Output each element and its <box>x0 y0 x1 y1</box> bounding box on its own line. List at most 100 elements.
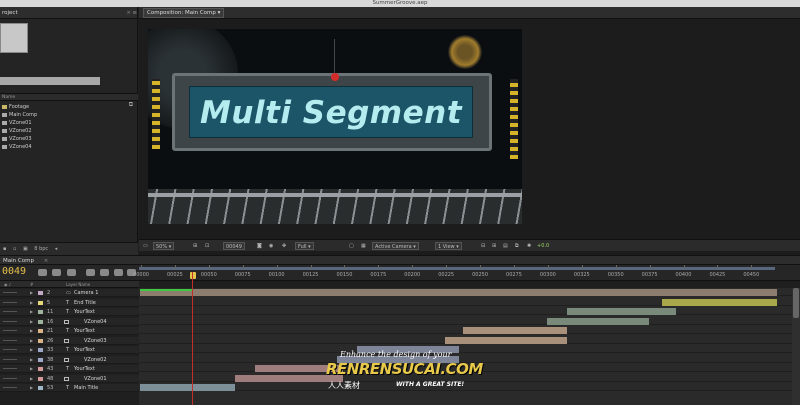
name-column-header[interactable]: Name <box>0 93 138 101</box>
transparency-grid-icon[interactable]: ▦ <box>361 240 366 252</box>
label-color-swatch[interactable] <box>38 386 43 390</box>
draft-3d-icon[interactable] <box>67 269 76 276</box>
search-icon[interactable] <box>38 269 47 276</box>
trash-icon[interactable]: ◂ <box>55 246 58 252</box>
exposure-icon[interactable]: ✺ <box>527 240 531 252</box>
project-item[interactable]: Footage <box>0 103 138 111</box>
current-time-indicator[interactable] <box>190 272 196 279</box>
layer-row[interactable]: ▶ 48 VZone01 <box>0 374 139 383</box>
layer-row[interactable]: ▶ 16 VZone04 <box>0 317 139 326</box>
project-item[interactable]: Main Comp <box>0 111 138 119</box>
camera-dropdown[interactable]: Active Camera ▾ <box>372 242 419 250</box>
exposure-value[interactable]: +0.0 <box>537 240 549 252</box>
flowchart-icon[interactable]: ⧉ <box>515 240 519 252</box>
show-snapshot-icon[interactable]: ◉ <box>269 240 273 252</box>
resolution-dropdown[interactable]: Full ▾ <box>295 242 314 250</box>
channel-icon[interactable]: ✤ <box>282 240 286 252</box>
panel-menu-icon[interactable]: ≡ <box>132 7 137 19</box>
current-time-line[interactable] <box>192 272 193 405</box>
viewer-timecode[interactable]: 00049 <box>223 242 245 250</box>
layer-name-header[interactable]: Layer Name <box>66 281 90 288</box>
layer-duration-bar[interactable] <box>662 298 778 306</box>
tab-composition[interactable]: Composition: Main Comp ▾ <box>143 8 225 18</box>
visibility-toggle[interactable] <box>3 387 17 388</box>
label-color-swatch[interactable] <box>38 310 43 314</box>
roi-icon[interactable]: ▢ <box>349 240 354 252</box>
layer-row[interactable]: ▶ 11 T YourText <box>0 308 139 316</box>
snapshot-icon[interactable]: ◙ <box>257 240 262 252</box>
expand-arrow-icon[interactable]: ▶ <box>30 365 33 373</box>
layer-duration-bar[interactable] <box>462 327 568 334</box>
visibility-toggle[interactable] <box>3 311 17 312</box>
vertical-scrollbar[interactable] <box>792 288 800 405</box>
visibility-toggle[interactable] <box>3 368 17 369</box>
visibility-toggle[interactable] <box>3 330 17 331</box>
always-preview-icon[interactable]: ▭ <box>143 240 148 252</box>
project-item[interactable]: VZone03 <box>0 135 138 143</box>
shy-layers-icon[interactable] <box>86 269 95 276</box>
expand-arrow-icon[interactable]: ▶ <box>30 289 33 297</box>
expand-arrow-icon[interactable]: ▶ <box>30 356 33 364</box>
time-ruler[interactable]: 00000 00025 00050 00075 00100 00125 00150 00175… <box>133 265 800 281</box>
new-folder-icon[interactable]: ▫ <box>13 246 16 252</box>
visibility-toggle[interactable] <box>3 292 17 293</box>
expand-arrow-icon[interactable]: ▶ <box>30 384 33 392</box>
motion-blur-icon[interactable] <box>114 269 123 276</box>
fast-previews-icon[interactable]: ⊞ <box>492 240 496 252</box>
region-icon[interactable]: ⊞ <box>193 240 197 252</box>
layer-duration-bar[interactable] <box>546 317 649 325</box>
expand-arrow-icon[interactable]: ▶ <box>30 327 33 335</box>
layer-row[interactable]: ▶ 38 VZone02 <box>0 355 139 364</box>
timeline-icon[interactable]: ▤ <box>503 240 508 252</box>
close-icon[interactable]: × <box>126 7 131 19</box>
expand-arrow-icon[interactable]: ▶ <box>30 299 33 307</box>
toggle-pixel-aspect-icon[interactable]: ⊟ <box>481 240 485 252</box>
layer-row[interactable]: ▶ 53 T Main Title <box>0 384 139 392</box>
bpc-label[interactable]: 8 bpc <box>34 246 48 252</box>
work-area-bar[interactable] <box>139 267 775 270</box>
layer-row[interactable]: ▶ 5 T End Title <box>0 298 139 307</box>
label-color-swatch[interactable] <box>38 319 43 324</box>
scrollbar-thumb[interactable] <box>793 288 799 318</box>
label-color-swatch[interactable] <box>38 338 43 343</box>
current-time-display[interactable]: 0049 <box>2 266 26 277</box>
layer-row[interactable]: ▶ 26 VZone03 <box>0 336 139 345</box>
tab-main-comp[interactable]: Main Comp <box>3 258 34 264</box>
label-color-swatch[interactable] <box>38 291 43 295</box>
project-item[interactable]: VZone02 <box>0 127 138 135</box>
layer-row[interactable]: ▶ 33 T YourText <box>0 346 139 354</box>
layer-duration-bar[interactable] <box>140 289 778 296</box>
comp-mini-flowchart-icon[interactable] <box>52 269 61 276</box>
layer-duration-bar[interactable] <box>140 384 235 391</box>
visibility-toggle[interactable] <box>3 301 17 303</box>
expand-arrow-icon[interactable]: ▶ <box>30 346 33 354</box>
expand-arrow-icon[interactable]: ▶ <box>30 337 33 345</box>
label-color-swatch[interactable] <box>38 357 43 362</box>
layer-row[interactable]: ▶ 43 T YourText <box>0 365 139 373</box>
project-item[interactable]: VZone01 <box>0 119 138 127</box>
layer-row[interactable]: ▶ 2 ▭ Camera 1 <box>0 289 139 297</box>
frame-blending-icon[interactable] <box>100 269 109 276</box>
expand-arrow-icon[interactable]: ▶ <box>30 375 33 383</box>
zoom-dropdown[interactable]: 50% ▾ <box>153 242 175 250</box>
visibility-toggle[interactable] <box>3 339 17 341</box>
visibility-toggle[interactable] <box>3 377 17 379</box>
visibility-toggle[interactable] <box>3 349 17 350</box>
label-color-swatch[interactable] <box>38 300 43 305</box>
layer-duration-bar[interactable] <box>567 308 676 315</box>
visibility-toggle[interactable] <box>3 358 17 360</box>
interpret-footage-icon[interactable]: ▪ <box>3 246 6 252</box>
composition-viewer[interactable]: Multi Segment <box>148 29 522 224</box>
tab-project[interactable]: roject × ≡ <box>0 7 137 19</box>
layer-duration-bar[interactable] <box>445 336 568 344</box>
layer-row[interactable]: ▶ 21 T YourText <box>0 327 139 335</box>
project-item[interactable]: VZone04 <box>0 143 138 151</box>
label-color-swatch[interactable] <box>38 329 43 333</box>
label-color-swatch[interactable] <box>38 367 43 371</box>
close-icon[interactable]: × <box>44 258 49 264</box>
expand-arrow-icon[interactable]: ▶ <box>30 308 33 316</box>
grid-icon[interactable]: ⊡ <box>205 240 209 252</box>
new-comp-icon[interactable]: ▣ <box>23 246 28 252</box>
label-color-swatch[interactable] <box>38 376 43 381</box>
views-dropdown[interactable]: 1 View ▾ <box>435 242 462 250</box>
